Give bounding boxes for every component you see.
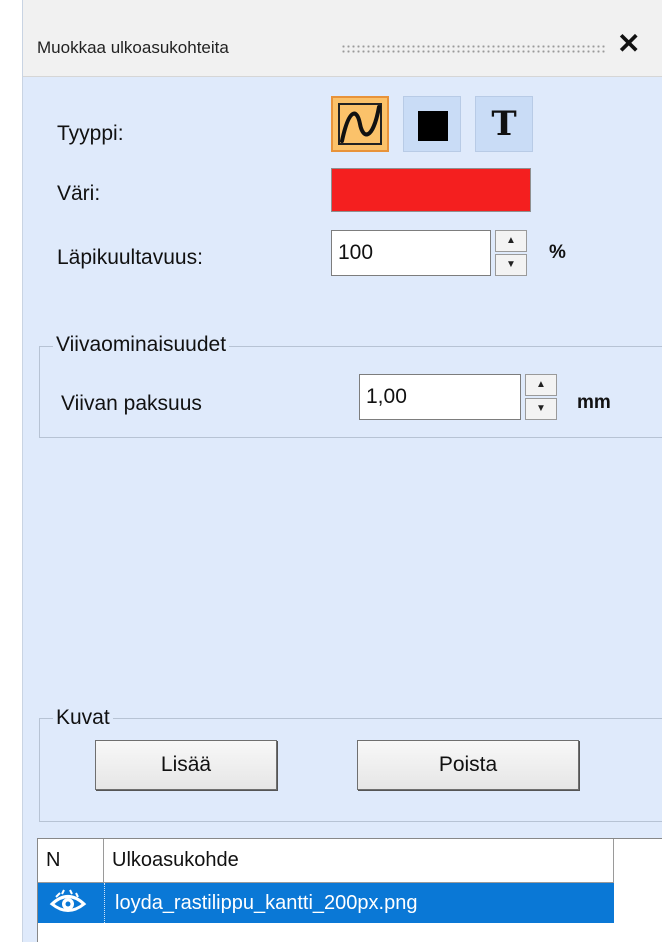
layout-items-list[interactable]: N Ulkoasukohde loyda_rastilippu_kantti_2… (37, 838, 662, 942)
list-item-name: loyda_rastilippu_kantti_200px.png (104, 883, 417, 923)
opacity-label: Läpikuultavuus: (57, 246, 203, 269)
type-text-button[interactable]: T (475, 96, 533, 152)
drag-grip[interactable] (341, 44, 607, 53)
type-area-button[interactable] (403, 96, 461, 152)
layout-items-panel: Muokkaa ulkoasukohteita ✕ Tyyppi: T Väri… (22, 0, 662, 942)
text-t-icon: T (491, 104, 517, 144)
type-label: Tyyppi: (57, 122, 124, 145)
column-header-item[interactable]: Ulkoasukohde (104, 839, 614, 883)
opacity-increase-button[interactable]: ▲ (495, 230, 527, 252)
list-header: N Ulkoasukohde (38, 839, 614, 883)
opacity-spinner: ▲ ▼ (495, 230, 527, 276)
add-image-button[interactable]: Lisää (95, 740, 277, 790)
color-swatch[interactable] (331, 168, 531, 212)
visibility-toggle[interactable] (38, 883, 104, 923)
opacity-decrease-button[interactable]: ▼ (495, 254, 527, 276)
thickness-increase-button[interactable]: ▲ (525, 374, 557, 396)
remove-image-button[interactable]: Poista (357, 740, 579, 790)
thickness-spinner: ▲ ▼ (525, 374, 557, 420)
color-label: Väri: (57, 182, 101, 205)
thickness-input[interactable] (359, 374, 521, 420)
thickness-unit: mm (577, 392, 611, 413)
list-item[interactable]: loyda_rastilippu_kantti_200px.png (38, 883, 614, 923)
line-properties-title: Viivaominaisuudet (53, 333, 230, 357)
opacity-unit: % (549, 242, 566, 263)
column-header-n[interactable]: N (38, 839, 104, 883)
close-icon[interactable]: ✕ (617, 30, 640, 58)
type-line-button[interactable] (331, 96, 389, 152)
filled-square-icon (418, 111, 448, 141)
thickness-decrease-button[interactable]: ▼ (525, 398, 557, 420)
opacity-input[interactable] (331, 230, 491, 276)
panel-title: Muokkaa ulkoasukohteita (37, 38, 229, 57)
eye-icon (49, 889, 87, 912)
curve-line-icon (338, 103, 382, 145)
panel-titlebar[interactable]: Muokkaa ulkoasukohteita ✕ (23, 0, 662, 77)
images-group-title: Kuvat (53, 706, 113, 730)
thickness-label: Viivan paksuus (61, 392, 202, 415)
